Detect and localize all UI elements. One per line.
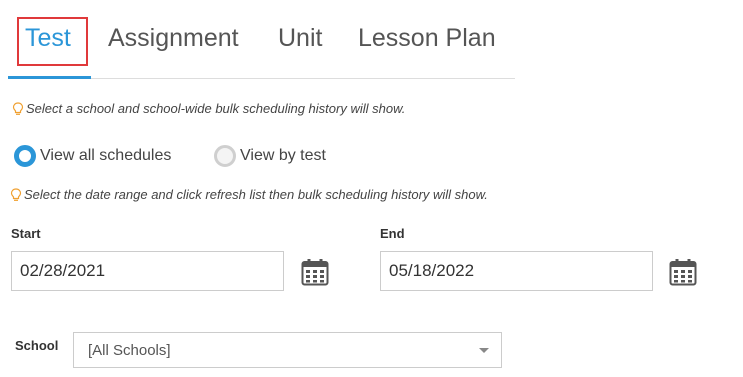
view-all-schedules-label: View all schedules (40, 147, 172, 164)
school-select-value: [All Schools] (88, 342, 171, 359)
end-date-label: End (380, 226, 405, 241)
school-hint: Select a school and school-wide bulk sch… (12, 101, 405, 116)
calendar-icon[interactable] (669, 258, 697, 286)
tab-test[interactable]: Test (25, 24, 71, 53)
view-all-schedules-radio[interactable]: View all schedules (14, 145, 171, 167)
school-hint-text: Select a school and school-wide bulk sch… (26, 101, 406, 116)
lightbulb-icon (12, 101, 24, 115)
calendar-icon[interactable] (301, 258, 329, 286)
view-by-test-label: View by test (240, 147, 326, 164)
school-label: School (15, 338, 59, 353)
date-range-hint-text: Select the date range and click refresh … (24, 187, 488, 202)
start-date-input[interactable] (11, 251, 284, 291)
view-by-test-radio[interactable]: View by test (214, 145, 326, 167)
radio-selected-icon (14, 145, 36, 167)
date-range-hint: Select the date range and click refresh … (10, 187, 488, 202)
tab-lesson-plan[interactable]: Lesson Plan (358, 24, 496, 53)
end-date-input[interactable] (380, 251, 653, 291)
tab-unit[interactable]: Unit (278, 24, 322, 53)
school-select[interactable]: [All Schools] (73, 332, 502, 368)
tab-assignment[interactable]: Assignment (108, 24, 239, 53)
caret-down-icon (479, 348, 489, 353)
active-tab-underline (8, 76, 91, 79)
tab-bar: Test Assignment Unit Lesson Plan (8, 10, 515, 79)
start-date-label: Start (11, 226, 41, 241)
lightbulb-icon (10, 187, 22, 201)
radio-unselected-icon (214, 145, 236, 167)
